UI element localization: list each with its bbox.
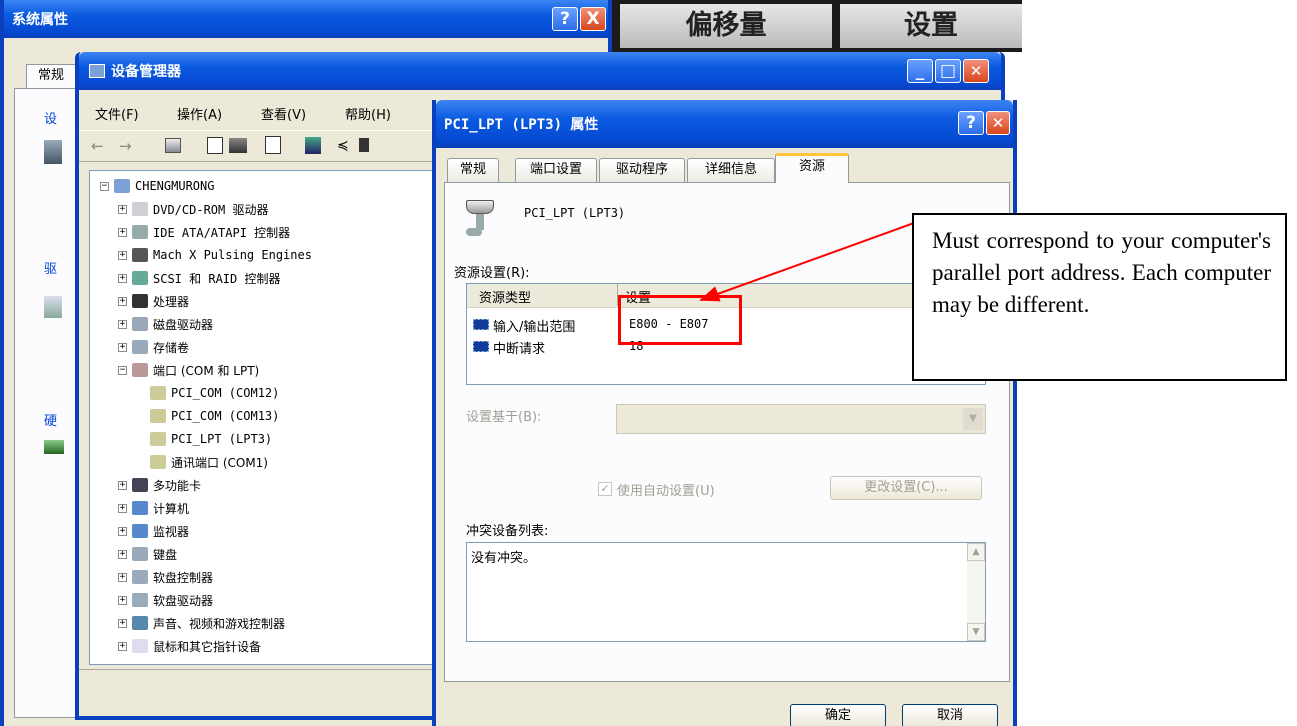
annotation-callout: Must correspond to your computer's paral…	[912, 213, 1287, 381]
